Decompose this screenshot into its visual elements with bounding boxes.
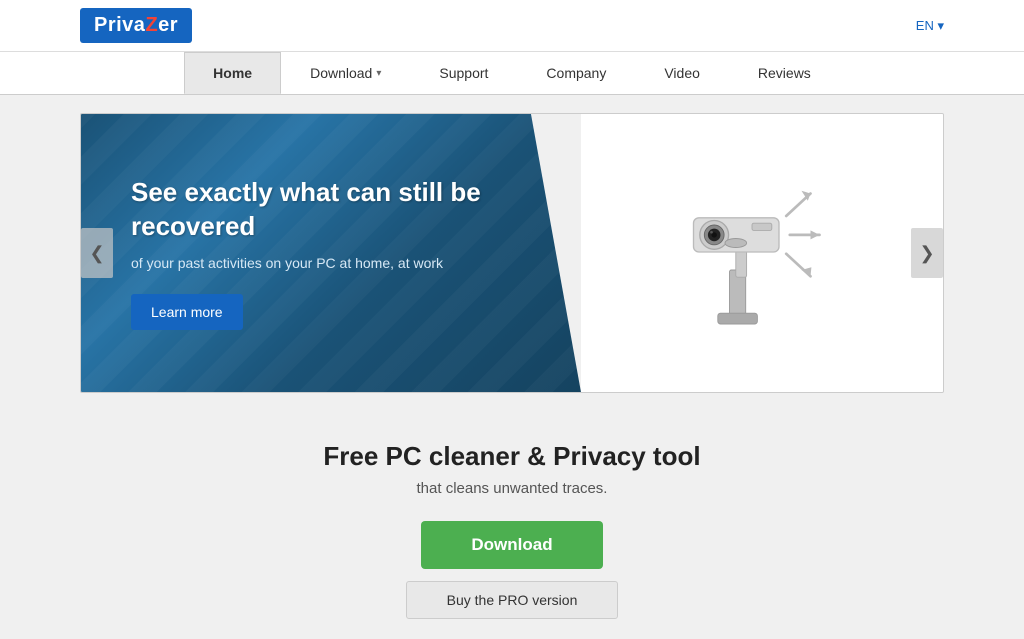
nav-download-label: Download: [310, 65, 372, 81]
chevron-left-icon: ❮: [89, 243, 104, 264]
nav-item-download[interactable]: Download ▾: [281, 52, 410, 94]
download-button[interactable]: Download: [421, 521, 602, 569]
main-content: Free PC cleaner & Privacy tool that clea…: [0, 411, 1024, 639]
lang-selector[interactable]: EN ▾: [916, 18, 944, 34]
main-subtitle: that cleans unwanted traces.: [80, 480, 944, 497]
nav-support-label: Support: [439, 65, 488, 81]
pro-version-button[interactable]: Buy the PRO version: [406, 581, 619, 619]
carousel-next-button[interactable]: ❯: [911, 228, 943, 278]
logo-text-before-z: Priva: [94, 14, 145, 36]
chevron-down-icon: ▾: [376, 68, 381, 79]
camera-svg: [652, 153, 852, 333]
hero-subtitle: of your past activities on your PC at ho…: [131, 253, 531, 274]
hero-banner: ❮ See exactly what can still be recovere…: [80, 113, 944, 393]
nav-item-video[interactable]: Video: [635, 52, 729, 94]
hero-title: See exactly what can still be recovered: [131, 176, 531, 244]
nav-reviews-label: Reviews: [758, 65, 811, 81]
hero-left-panel: See exactly what can still be recovered …: [81, 114, 581, 392]
logo-text-after-z: er: [158, 14, 178, 36]
main-title: Free PC cleaner & Privacy tool: [80, 441, 944, 472]
lang-label: EN: [916, 18, 934, 33]
hero-right-panel: [581, 114, 943, 392]
lang-caret-icon: ▾: [937, 18, 944, 33]
nav-home-label: Home: [213, 65, 252, 81]
nav-item-reviews[interactable]: Reviews: [729, 52, 840, 94]
logo[interactable]: PrivaZer: [80, 8, 192, 43]
logo-z: Z: [145, 14, 158, 36]
nav-company-label: Company: [546, 65, 606, 81]
carousel-prev-button[interactable]: ❮: [81, 228, 113, 278]
learn-more-button[interactable]: Learn more: [131, 294, 243, 330]
nav-item-support[interactable]: Support: [410, 52, 517, 94]
nav-bar: Home Download ▾ Support Company Video Re…: [0, 52, 1024, 95]
nav-video-label: Video: [664, 65, 700, 81]
camera-illustration: [652, 153, 872, 353]
logo-text: PrivaZer: [94, 14, 178, 37]
top-bar: PrivaZer EN ▾: [0, 0, 1024, 52]
chevron-right-icon: ❯: [919, 243, 934, 264]
nav-item-home[interactable]: Home: [184, 52, 281, 94]
nav-item-company[interactable]: Company: [517, 52, 635, 94]
